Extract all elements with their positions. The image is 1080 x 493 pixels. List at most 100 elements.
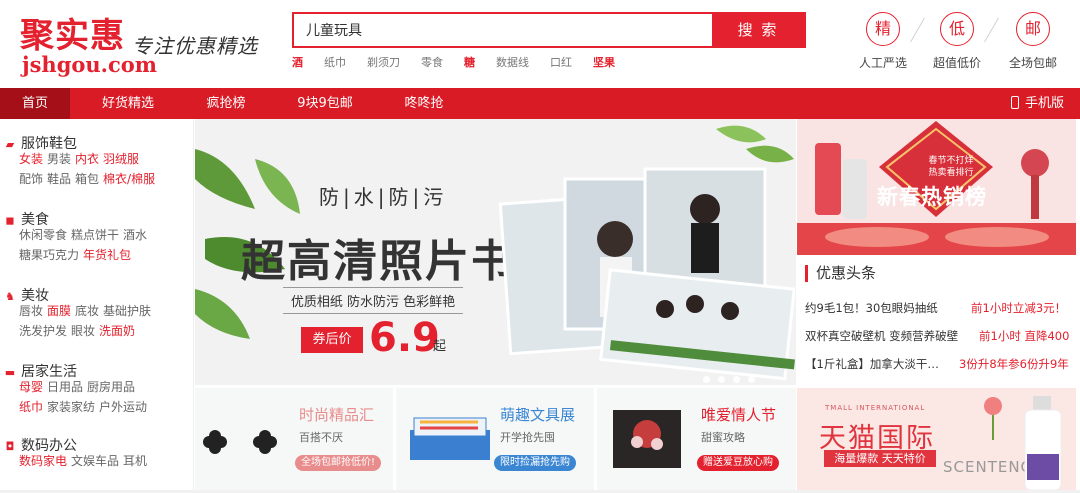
promo-badge: 春节不打烊 热卖看排行 <box>915 155 987 179</box>
category-link[interactable]: 糕点饼干 <box>71 228 119 242</box>
category-link[interactable]: 糖果巧克力 <box>19 248 79 262</box>
category-link[interactable]: 户外运动 <box>99 400 147 414</box>
category-link[interactable]: 男装 <box>47 152 71 166</box>
category-link[interactable]: 酒水 <box>123 228 147 242</box>
category-link[interactable]: 箱包 <box>75 172 99 186</box>
headline-text: 约9毛1包！30包眼妈抽纸 <box>805 301 938 315</box>
headline-deal: 前1小时立减3元！ <box>971 301 1067 315</box>
category-link[interactable]: 纸巾 <box>19 400 43 414</box>
hot-word[interactable]: 数据线 <box>496 56 529 69</box>
promo-title: 新春热销榜 <box>877 185 987 209</box>
mobile-label: 手机版 <box>1024 96 1064 111</box>
card-button[interactable]: 全场包邮抢低价! <box>295 455 382 471</box>
banner-price: 6.9 <box>369 315 440 361</box>
feature-label: 全场包邮 <box>1008 56 1057 70</box>
nav-hot-ranking[interactable]: 疯抢榜 <box>192 88 260 119</box>
feature-free-shipping[interactable]: 邮 全场包邮 <box>998 12 1068 71</box>
headline-deal: 前1小时 直降400 <box>979 329 1070 343</box>
category-links: 女装 男装 内衣 羽绒服 <box>19 149 191 169</box>
category-link[interactable]: 日用品 <box>47 380 83 394</box>
low-price-icon: 低 <box>940 12 974 46</box>
logo-domain: jshgou.com <box>22 52 157 77</box>
stationery-card[interactable]: 萌趣文具展 开学抢先囤 限时捡漏抢先购 <box>396 388 594 493</box>
fashion-card[interactable]: 时尚精品汇 百搭不厌 全场包邮抢低价! <box>195 388 393 493</box>
headline-deal: 3份升8年参6份升9年 <box>959 357 1069 371</box>
tmall-global-ad[interactable]: TMALL INTERNATIONAL 天猫国际 海量爆款 天天特价 SCENT… <box>797 388 1076 493</box>
card-subtitle: 甜蜜攻略 <box>701 431 745 444</box>
category-link[interactable]: 家装家纺 <box>47 400 95 414</box>
headline-text: 双杯真空破壁机 变频营养破壁 <box>805 329 959 343</box>
search-box: 搜 索 <box>292 12 806 48</box>
category-link[interactable]: 配饰 <box>19 172 43 186</box>
nav-9-9-free-shipping[interactable]: 9块9包邮 <box>284 88 366 119</box>
category-links: 洗发护发 眼妆 洗面奶 <box>19 321 191 341</box>
headline-item[interactable]: 双杯真空破壁机 变频营养破壁 前1小时 直降400 <box>805 328 1075 346</box>
hot-word[interactable]: 剃须刀 <box>367 56 400 69</box>
category-link[interactable]: 休闲零食 <box>19 228 67 242</box>
nav-selected-goods[interactable]: 好货精选 <box>88 88 168 119</box>
headline-item[interactable]: 约9毛1包！30包眼妈抽纸 前1小时立减3元！ <box>805 300 1075 318</box>
category-link[interactable]: 数码家电 <box>19 454 67 468</box>
category-link[interactable]: 年货礼包 <box>83 248 131 262</box>
category-link[interactable]: 母婴 <box>19 380 43 394</box>
category-link[interactable]: 文娱车品 <box>71 454 119 468</box>
carousel-dot[interactable] <box>733 376 740 383</box>
carousel-dot[interactable] <box>703 376 710 383</box>
tmall-small-text: TMALL INTERNATIONAL <box>825 404 926 412</box>
carousel-dot[interactable] <box>718 376 725 383</box>
search-button[interactable]: 搜 索 <box>712 14 804 46</box>
free-shipping-icon: 邮 <box>1016 12 1050 46</box>
nav-flash-grab[interactable]: 咚咚抢 <box>390 88 458 119</box>
cosmetics-icon: ♞ <box>5 290 15 303</box>
phone-icon <box>1010 96 1019 109</box>
category-link[interactable]: 厨房用品 <box>87 380 135 394</box>
new-year-promo[interactable]: 春节不打烊 热卖看排行 新春热销榜 <box>797 119 1076 255</box>
search-input[interactable] <box>294 14 714 46</box>
gift-box-image <box>613 410 681 468</box>
hot-word[interactable]: 纸巾 <box>324 56 346 69</box>
category-links: 糖果巧克力 年货礼包 <box>19 245 191 265</box>
main-banner[interactable]: 防|水|防|污 超高清照片书 优质相纸 防水防污 色彩鲜艳 券后价 6.9 起 <box>195 119 796 385</box>
category-link[interactable]: 唇妆 <box>19 304 43 318</box>
hot-word[interactable]: 酒 <box>292 56 303 69</box>
banner-tagline: 优质相纸 防水防污 色彩鲜艳 <box>283 287 463 314</box>
category-link[interactable]: 棉衣/棉服 <box>103 172 155 186</box>
headline-item[interactable]: 【1斤礼盒】加拿大淡干… 3份升8年参6份升9年 <box>805 356 1075 374</box>
category-link[interactable]: 内衣 <box>75 152 99 166</box>
category-link[interactable]: 洗面奶 <box>99 324 135 338</box>
deals-headlines: 优惠头条 约9毛1包！30包眼妈抽纸 前1小时立减3元！ 双杯真空破壁机 变频营养… <box>797 255 1076 385</box>
hot-word[interactable]: 糖 <box>464 56 475 69</box>
price-suffix: 起 <box>433 339 447 354</box>
carousel-dot[interactable] <box>748 376 755 383</box>
category-links: 休闲零食 糕点饼干 酒水 <box>19 225 191 245</box>
price-label: 券后价 <box>301 327 363 353</box>
category-link[interactable]: 女装 <box>19 152 43 166</box>
category-links: 纸巾 家装家纺 户外运动 <box>19 397 191 417</box>
hot-word[interactable]: 口红 <box>550 56 572 69</box>
valentines-card[interactable]: 唯爱情人节 甜蜜攻略 赠送爱豆放心购 <box>597 388 796 493</box>
perfume-bottle-image <box>1024 396 1062 491</box>
card-title: 萌趣文具展 <box>500 406 576 424</box>
card-button[interactable]: 限时捡漏抢先购 <box>494 455 576 471</box>
camera-icon: ◘ <box>5 440 15 453</box>
category-links: 数码家电 文娱车品 耳机 <box>19 451 191 471</box>
card-button[interactable]: 赠送爱豆放心购 <box>697 455 779 471</box>
nav-home[interactable]: 首页 <box>0 88 70 119</box>
category-link[interactable]: 鞋品 <box>47 172 71 186</box>
hot-word[interactable]: 零食 <box>421 56 443 69</box>
shirt-icon: ▰ <box>5 138 15 151</box>
hot-word[interactable]: 坚果 <box>593 56 615 69</box>
category-link[interactable]: 基础护肤 <box>103 304 151 318</box>
category-sidebar: ▰ 服饰鞋包 女装 男装 内衣 羽绒服 配饰 鞋品 箱包 棉衣/棉服 ◼ 美食 休闲零食 糕点饼干 酒水 糖果… <box>0 119 194 493</box>
flower-image <box>984 397 1002 440</box>
category-link[interactable]: 面膜 <box>47 304 71 318</box>
category-link[interactable]: 羽绒服 <box>103 152 139 166</box>
photo-book-image <box>498 167 795 381</box>
category-link[interactable]: 洗发护发 <box>19 324 67 338</box>
site-logo[interactable]: 聚实惠 专注优惠精选 jshgou.com <box>20 8 270 80</box>
mobile-version-link[interactable]: 手机版 <box>1010 88 1064 119</box>
category-link[interactable]: 耳机 <box>123 454 147 468</box>
banner-title: 超高清照片书 <box>241 236 517 287</box>
category-link[interactable]: 眼妆 <box>71 324 95 338</box>
category-link[interactable]: 底妆 <box>75 304 99 318</box>
